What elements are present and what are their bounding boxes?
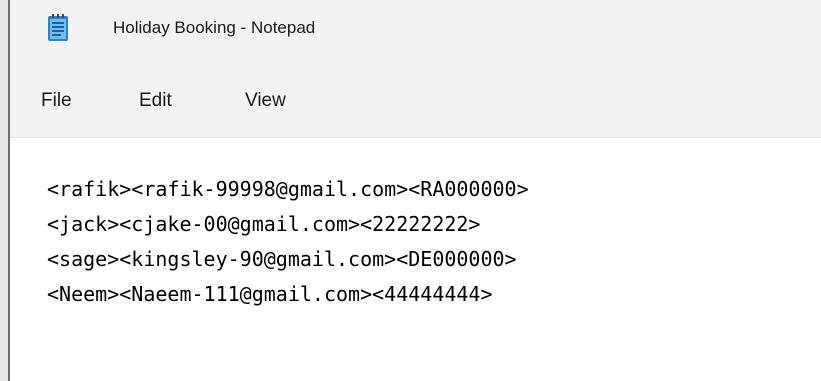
- text-line[interactable]: <jack><cjake-00@gmail.com><22222222>: [47, 209, 480, 239]
- window-title: Holiday Booking - Notepad: [113, 18, 316, 37]
- notepad-window: Holiday Booking - Notepad File Edit View…: [0, 0, 821, 381]
- menu-view[interactable]: View: [245, 86, 286, 116]
- text-line[interactable]: <rafik><rafik-99998@gmail.com><RA000000>: [47, 174, 529, 204]
- menu-file[interactable]: File: [41, 86, 72, 116]
- window-left-edge: [0, 0, 10, 381]
- text-line[interactable]: <Neem><Naeem-111@gmail.com><44444444>: [47, 279, 493, 309]
- menu-edit[interactable]: Edit: [139, 86, 172, 116]
- notepad-icon: [48, 14, 68, 41]
- text-line[interactable]: <sage><kingsley-90@gmail.com><DE000000>: [47, 244, 517, 274]
- title-bar[interactable]: Holiday Booking - Notepad: [10, 0, 821, 60]
- text-editor-area[interactable]: <rafik><rafik-99998@gmail.com><RA000000>…: [10, 138, 821, 381]
- menu-bar: File Edit View: [10, 60, 821, 138]
